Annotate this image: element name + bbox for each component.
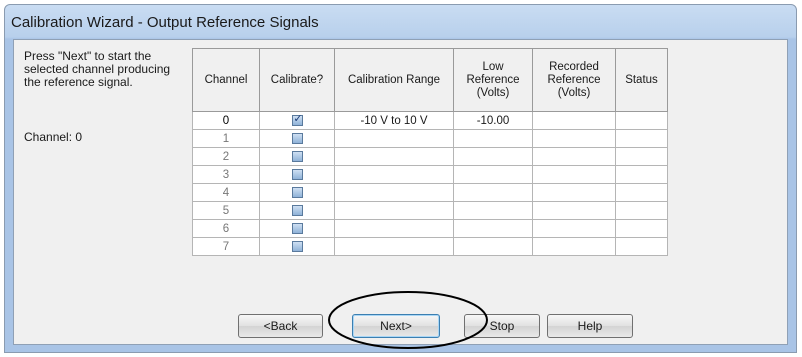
window-title: Calibration Wizard - Output Reference Si… [11, 14, 319, 31]
channel-cell: 7 [192, 237, 260, 256]
status-cell [615, 219, 668, 238]
calibrate-checkbox[interactable] [291, 132, 303, 144]
low-reference-cell[interactable]: -10.00 [453, 111, 533, 130]
low-reference-cell[interactable] [453, 165, 533, 184]
calibrate-checkbox[interactable] [291, 240, 303, 252]
low-reference-cell[interactable] [453, 129, 533, 148]
channel-cell: 3 [192, 165, 260, 184]
channel-cell: 0 [192, 111, 260, 130]
calibrate-cell[interactable] [259, 165, 335, 184]
recorded-reference-cell [532, 165, 616, 184]
calibrate-checkbox[interactable]: ✓ [291, 112, 303, 126]
column-header-low-reference: Low Reference (Volts) [453, 48, 533, 112]
calibrate-checkbox[interactable] [291, 168, 303, 180]
column-header-calibration-range: Calibration Range [334, 48, 454, 112]
checkmark-icon: ✓ [293, 112, 303, 125]
calibrate-cell[interactable] [259, 219, 335, 238]
table-row[interactable]: 0 ✓ -10 V to 10 V -10.00 [192, 111, 668, 130]
status-cell [615, 129, 668, 148]
table-row[interactable]: 1 [192, 129, 668, 148]
channel-cell: 5 [192, 201, 260, 220]
low-reference-cell[interactable] [453, 147, 533, 166]
recorded-reference-cell [532, 147, 616, 166]
calibrate-cell[interactable] [259, 201, 335, 220]
table-row[interactable]: 4 [192, 183, 668, 202]
recorded-reference-cell [532, 201, 616, 220]
channel-cell: 2 [192, 147, 260, 166]
low-reference-cell[interactable] [453, 201, 533, 220]
calibration-wizard-window: Calibration Wizard - Output Reference Si… [4, 4, 797, 353]
next-button[interactable]: Next> [352, 314, 440, 338]
dialog-body: Press "Next" to start the selected chann… [13, 39, 788, 349]
grid-header-row: Channel Calibrate? Calibration Range Low… [192, 48, 668, 112]
calibration-range-cell[interactable] [334, 201, 454, 220]
calibrate-cell[interactable]: ✓ [259, 111, 335, 130]
title-bar[interactable]: Calibration Wizard - Output Reference Si… [5, 5, 796, 39]
help-button[interactable]: Help [547, 314, 633, 338]
low-reference-cell[interactable] [453, 183, 533, 202]
recorded-reference-cell [532, 219, 616, 238]
recorded-reference-cell [532, 111, 616, 130]
calibrate-cell[interactable] [259, 147, 335, 166]
status-cell [615, 147, 668, 166]
calibration-range-cell[interactable] [334, 147, 454, 166]
column-header-status: Status [615, 48, 668, 112]
table-row[interactable]: 7 [192, 237, 668, 256]
calibrate-checkbox[interactable] [291, 150, 303, 162]
back-button[interactable]: <Back [238, 314, 323, 338]
calibrate-checkbox[interactable] [291, 222, 303, 234]
recorded-reference-cell [532, 183, 616, 202]
calibrate-checkbox[interactable] [291, 204, 303, 216]
table-row[interactable]: 2 [192, 147, 668, 166]
calibration-range-cell[interactable] [334, 219, 454, 238]
calibrate-cell[interactable] [259, 237, 335, 256]
status-cell [615, 111, 668, 130]
current-channel-label: Channel: 0 [24, 130, 83, 144]
low-reference-cell[interactable] [453, 237, 533, 256]
calibration-range-cell[interactable] [334, 129, 454, 148]
column-header-channel: Channel [192, 48, 260, 112]
instructions-text: Press "Next" to start the selected chann… [24, 49, 171, 89]
recorded-reference-cell [532, 237, 616, 256]
low-reference-cell[interactable] [453, 219, 533, 238]
calibration-range-cell[interactable] [334, 165, 454, 184]
column-header-recorded-reference: Recorded Reference (Volts) [532, 48, 616, 112]
status-cell [615, 165, 668, 184]
table-row[interactable]: 3 [192, 165, 668, 184]
calibrate-checkbox[interactable] [291, 186, 303, 198]
table-row[interactable]: 5 [192, 201, 668, 220]
channel-cell: 6 [192, 219, 260, 238]
calibrate-cell[interactable] [259, 183, 335, 202]
calibration-range-cell[interactable] [334, 183, 454, 202]
column-header-calibrate: Calibrate? [259, 48, 335, 112]
recorded-reference-cell [532, 129, 616, 148]
table-row[interactable]: 6 [192, 219, 668, 238]
status-cell [615, 183, 668, 202]
stop-button[interactable]: Stop [464, 314, 540, 338]
status-cell [615, 201, 668, 220]
channel-cell: 1 [192, 129, 260, 148]
calibrate-cell[interactable] [259, 129, 335, 148]
calibration-range-cell[interactable]: -10 V to 10 V [334, 111, 454, 130]
calibration-range-cell[interactable] [334, 237, 454, 256]
channel-cell: 4 [192, 183, 260, 202]
channel-grid: Channel Calibrate? Calibration Range Low… [192, 48, 668, 256]
status-cell [615, 237, 668, 256]
